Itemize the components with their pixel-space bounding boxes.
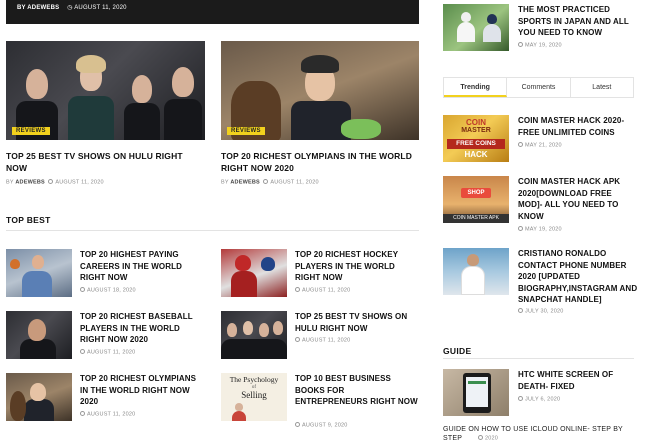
guide-thumbnail[interactable] [443,369,509,416]
featured-image-1[interactable]: REVIEWS [6,41,205,140]
thumb-text: SHOP [461,188,491,198]
sidebar-post-title[interactable]: THE MOST PRACTICED SPORTS IN JAPAN AND A… [518,4,636,39]
featured-title-2[interactable]: TOP 20 RICHEST OLYMPIANS IN THE WORLD RI… [221,150,419,174]
post-title[interactable]: TOP 20 RICHEST OLYMPIANS IN THE WORLD RI… [80,373,205,408]
post-date: AUGUST 9, 2020 [295,422,348,429]
post-title[interactable]: TOP 10 BEST BUSINESS BOOKS FOR ENTREPREN… [295,373,419,408]
clock-icon [295,287,300,292]
section-heading-guide[interactable]: GUIDE [443,346,471,356]
post-date: AUGUST 11, 2020 [80,349,135,356]
post-title[interactable]: TOP 20 RICHEST HOCKEY PLAYERS IN THE WOR… [295,249,419,284]
section-divider [443,358,634,359]
clock-icon [295,422,300,427]
guide-next-title[interactable]: GUIDE ON HOW TO USE ICLOUD ONLINE- STEP … [443,425,638,440]
trending-title[interactable]: COIN MASTER HACK 2020- FREE UNLIMITED CO… [518,115,638,138]
thumb-text: MASTER [461,127,491,134]
sidebar-tabs: Trending Comments Latest [443,77,634,98]
clock-icon [518,308,523,313]
tab-comments[interactable]: Comments [507,78,571,97]
clock-icon [263,179,269,184]
thumb-text: COIN [466,118,486,127]
book-title-line-1: The Psychology [229,375,279,384]
guide-title[interactable]: HTC WHITE SCREEN OF DEATH- FIXED [518,369,634,392]
trending-thumbnail[interactable]: SHOP COIN MASTER APK [443,176,509,223]
clock-icon [80,349,85,354]
trending-date: MAY 19, 2020 [518,226,562,233]
trending-title[interactable]: CRISTIANO RONALDO CONTACT PHONE NUMBER 2… [518,248,638,306]
post-title[interactable]: TOP 20 RICHEST BASEBALL PLAYERS IN THE W… [80,311,205,346]
post-date: AUGUST 18, 2020 [80,287,136,294]
tab-latest[interactable]: Latest [571,78,633,97]
section-heading-top-best[interactable]: TOP BEST [6,215,51,225]
sidebar-post-date: MAY 19, 2020 [518,42,562,49]
clock-icon [48,179,54,184]
trending-thumbnail[interactable]: COIN MASTER FREE COINS HACK [443,115,509,162]
trending-title[interactable]: COIN MASTER HACK APK 2020[DOWNLOAD FREE … [518,176,638,222]
post-thumbnail[interactable]: The Psychology of Selling [221,373,287,421]
featured-title-1[interactable]: TOP 25 BEST TV SHOWS ON HULU RIGHT NOW [6,150,205,174]
post-date: AUGUST 11, 2020 [80,411,135,418]
clock-icon [518,396,523,401]
post-date: AUGUST 11, 2020 [295,337,350,344]
post-thumbnail[interactable] [6,249,72,297]
clock-icon [80,411,85,416]
guide-date: JULY 6, 2020 [518,396,560,403]
clock-icon [295,337,300,342]
post-thumbnail[interactable] [6,373,72,421]
clock-icon [518,42,523,47]
tab-trending[interactable]: Trending [444,78,508,97]
post-thumbnail[interactable] [6,311,72,359]
featured-meta-2: BY ADEWEBS AUGUST 11, 2020 [221,179,319,186]
thumb-text: HACK [464,150,488,159]
clock-icon [478,435,483,440]
hero-author[interactable]: BY ADEWEBS [17,5,59,11]
book-title-line-2: Selling [241,390,267,400]
post-date: AUGUST 11, 2020 [295,287,350,294]
sidebar-thumbnail[interactable] [443,4,509,51]
thumb-text: COIN MASTER APK [443,214,509,223]
clock-icon [518,226,523,231]
author-link[interactable]: ADEWEBS [15,180,45,186]
clock-icon [80,287,85,292]
guide-next-date: 2020 [478,435,498,440]
category-badge[interactable]: REVIEWS [227,127,265,135]
trending-thumbnail[interactable] [443,248,509,295]
featured-meta-1: BY ADEWEBS AUGUST 11, 2020 [6,179,104,186]
trending-date: MAY 21, 2020 [518,142,562,149]
post-thumbnail[interactable] [221,249,287,297]
post-title[interactable]: TOP 20 HIGHEST PAYING CAREERS IN THE WOR… [80,249,205,284]
featured-image-2[interactable]: REVIEWS [221,41,419,140]
clock-icon [518,142,523,147]
hero-meta: BY ADEWEBS ◷ AUGUST 11, 2020 [17,4,127,11]
author-link[interactable]: ADEWEBS [230,180,260,186]
post-title[interactable]: TOP 25 BEST TV SHOWS ON HULU RIGHT NOW [295,311,419,334]
category-badge[interactable]: REVIEWS [12,127,50,135]
hero-date: ◷ AUGUST 11, 2020 [67,5,127,11]
thumb-text: FREE COINS [447,139,505,149]
section-divider [6,230,419,231]
post-thumbnail[interactable] [221,311,287,359]
trending-date: JULY 30, 2020 [518,308,563,315]
